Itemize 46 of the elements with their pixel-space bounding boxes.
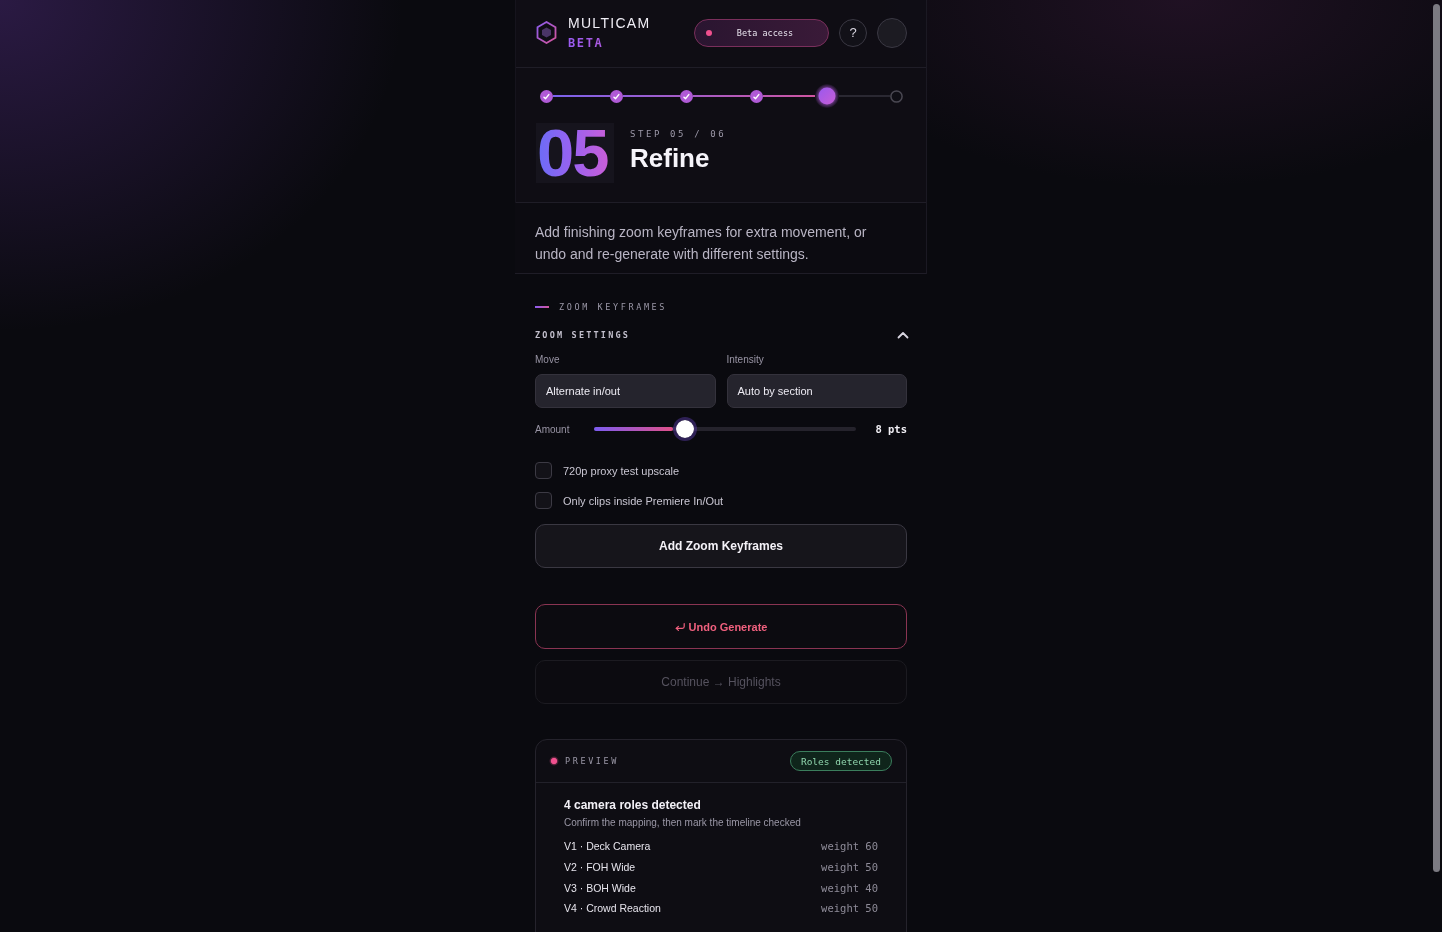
role-weight: weight 60	[821, 840, 878, 853]
status-dot-icon	[549, 756, 559, 766]
slider-thumb[interactable]	[672, 417, 697, 441]
preview-subtitle: Confirm the mapping, then mark the timeline checked	[564, 817, 802, 829]
role-weight: weight 50	[821, 902, 878, 915]
status-dot-icon	[706, 29, 712, 36]
check-circle-icon[interactable]	[679, 89, 693, 103]
role-name: V4 · Crowd Reaction	[564, 902, 661, 915]
check-circle-icon[interactable]	[750, 89, 764, 103]
accent-dash	[535, 306, 549, 308]
check-circle-icon[interactable]	[539, 89, 553, 103]
checkbox[interactable]	[535, 462, 552, 479]
beta-access-button[interactable]: Beta access	[694, 18, 829, 47]
slider-value: 8 pts	[875, 423, 907, 435]
return-arrow-icon	[674, 622, 685, 631]
chevron-up-icon[interactable]	[897, 331, 909, 339]
select-field[interactable]: Alternate in/out	[535, 374, 716, 408]
undo-generate-button[interactable]: Undo Generate	[535, 604, 907, 649]
preview-label: PREVIEW	[565, 755, 620, 767]
slider-label: Amount	[535, 423, 571, 435]
field-label: Intensity	[726, 354, 765, 366]
add-zoom-keyframes-button[interactable]: Add Zoom Keyframes	[535, 524, 907, 568]
step-counter: STEP 05 / 06	[630, 127, 727, 140]
step-title: Refine	[630, 142, 711, 173]
role-weight: weight 40	[821, 881, 878, 894]
checkbox[interactable]	[535, 492, 552, 509]
help-button[interactable]: ?	[839, 18, 867, 47]
checkbox-label: Only clips inside Premiere In/Out	[563, 494, 724, 507]
role-name: V1 · Deck Camera	[564, 840, 651, 853]
role-name: V3 · BOH Wide	[564, 881, 636, 894]
step-description: Add finishing zoom keyframes for extra movement, or undo and re-generate with different settings.	[535, 223, 868, 264]
select-field[interactable]: Auto by section	[726, 374, 907, 408]
step-number-tile: 05	[536, 123, 614, 183]
settings-title: ZOOM SETTINGS	[535, 329, 631, 341]
section-label: ZOOM KEYFRAMES	[559, 301, 668, 313]
hexagon-logo-icon	[536, 21, 557, 44]
role-weight: weight 50	[821, 861, 878, 874]
field-label: Move	[535, 354, 561, 366]
brand-name: MULTICAM	[568, 15, 651, 31]
status-badge: Roles detected	[789, 751, 892, 771]
checkbox-label: 720p proxy test upscale	[563, 464, 680, 477]
glowing-dot-icon[interactable]	[814, 84, 839, 108]
check-circle-icon[interactable]	[609, 89, 623, 103]
role-name: V2 · FOH Wide	[564, 861, 636, 874]
scrollbar-thumb[interactable]	[1433, 4, 1440, 872]
preview-title: 4 camera roles detected	[564, 798, 702, 812]
